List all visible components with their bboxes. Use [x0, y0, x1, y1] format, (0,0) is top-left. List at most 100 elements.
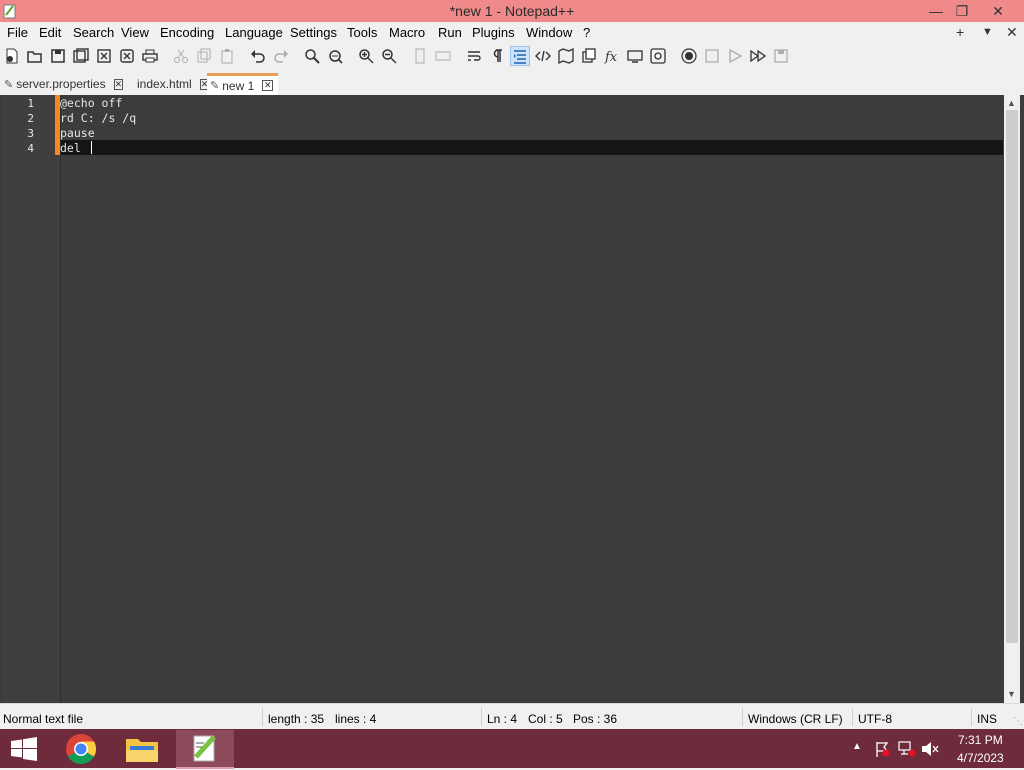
scroll-down-icon[interactable]: ▼: [1007, 689, 1016, 699]
stop-recording-icon[interactable]: [703, 47, 721, 65]
clock-time[interactable]: 7:31 PM: [958, 733, 1003, 747]
replace-icon[interactable]: [326, 47, 344, 65]
tab-close-icon[interactable]: ✕: [262, 80, 274, 91]
start-button[interactable]: [10, 737, 38, 761]
folder-as-workspace-icon[interactable]: [626, 47, 644, 65]
tab-server-properties[interactable]: ✎ server.properties ✕: [4, 74, 124, 94]
insert-mode[interactable]: INS: [977, 712, 997, 726]
cursor-line: Ln : 4: [487, 712, 518, 726]
save-all-icon[interactable]: [72, 47, 90, 65]
print-icon[interactable]: [141, 47, 159, 65]
show-all-characters-icon[interactable]: [488, 47, 506, 65]
network-icon[interactable]: [898, 741, 916, 757]
close-all-icon[interactable]: [118, 47, 136, 65]
menu-search[interactable]: Search: [73, 25, 114, 40]
menu-edit[interactable]: Edit: [39, 25, 61, 40]
new-tab-plus-icon[interactable]: +: [956, 24, 964, 40]
close-document-icon[interactable]: ✕: [1006, 24, 1018, 41]
line-number: 3: [27, 127, 34, 140]
menu-file[interactable]: File: [7, 25, 28, 40]
undo-icon[interactable]: [249, 47, 267, 65]
menu-plugins[interactable]: Plugins: [472, 25, 515, 40]
cursor-pos: Pos : 36: [573, 712, 618, 726]
edited-pencil-icon: ✎: [4, 78, 14, 91]
code-line[interactable]: @echo off: [60, 96, 122, 110]
taskbar-chrome[interactable]: [63, 731, 99, 767]
paste-icon[interactable]: [218, 47, 236, 65]
record-macro-icon[interactable]: [680, 47, 698, 65]
eol-format[interactable]: Windows (CR LF): [748, 712, 843, 726]
document-map-icon[interactable]: [557, 47, 575, 65]
close-window-button[interactable]: ✕: [982, 0, 1014, 22]
menu-language[interactable]: Language: [225, 25, 283, 40]
taskbar-notepadpp[interactable]: [176, 730, 234, 769]
sync-horizontal-scroll-icon[interactable]: [434, 47, 452, 65]
document-list-icon[interactable]: [580, 47, 598, 65]
tab-label: index.html: [137, 77, 192, 91]
status-divider: [971, 708, 972, 726]
action-center-flag-icon[interactable]: [874, 741, 890, 757]
menu-view[interactable]: View: [121, 25, 149, 40]
line-number: 4: [27, 142, 34, 155]
window-title: *new 1 - Notepad++: [449, 3, 575, 19]
tab-bar: ✎ server.properties ✕ index.html ✕ ✎ new…: [0, 69, 1024, 95]
taskbar-file-explorer[interactable]: [124, 733, 160, 765]
monitoring-icon[interactable]: [649, 47, 667, 65]
menu-help[interactable]: ?: [583, 25, 590, 40]
code-line[interactable]: pause: [60, 126, 95, 140]
playback-macro-icon[interactable]: [726, 47, 744, 65]
find-icon[interactable]: [303, 47, 321, 65]
redo-icon[interactable]: [272, 47, 290, 65]
edited-pencil-icon: ✎: [210, 80, 220, 92]
new-file-icon[interactable]: [3, 47, 21, 65]
sync-vertical-scroll-icon[interactable]: [411, 47, 429, 65]
tab-index-html[interactable]: index.html ✕: [137, 74, 210, 94]
menu-window[interactable]: Window: [526, 25, 572, 40]
doc-lines: lines : 4: [335, 712, 377, 726]
title-bar: *new 1 - Notepad++ — ❐ ✕: [0, 0, 1024, 22]
scroll-up-icon[interactable]: ▲: [1007, 98, 1016, 108]
text-caret: [91, 141, 92, 154]
zoom-in-icon[interactable]: [357, 47, 375, 65]
file-type: Normal text file: [3, 712, 84, 726]
menu-encoding[interactable]: Encoding: [160, 25, 214, 40]
code-line[interactable]: rd C: /s /q: [60, 111, 136, 125]
status-divider: [742, 708, 743, 726]
tab-list-dropdown-icon[interactable]: ▼: [982, 26, 993, 38]
show-hidden-icons-chevron-icon[interactable]: ▲: [852, 741, 862, 752]
clock-date[interactable]: 4/7/2023: [957, 751, 1004, 765]
line-number: 1: [27, 97, 34, 110]
save-icon[interactable]: [49, 47, 67, 65]
restore-button[interactable]: ❐: [946, 0, 978, 22]
toolbar: fx: [0, 43, 1024, 69]
cut-icon[interactable]: [172, 47, 190, 65]
word-wrap-icon[interactable]: [465, 47, 483, 65]
tab-close-icon[interactable]: ✕: [113, 78, 124, 90]
code-tag-icon[interactable]: [534, 47, 552, 65]
scrollbar-thumb[interactable]: [1006, 110, 1018, 643]
copy-icon[interactable]: [195, 47, 213, 65]
code-line[interactable]: del: [60, 141, 88, 155]
volume-muted-icon[interactable]: [921, 741, 939, 757]
menu-macro[interactable]: Macro: [389, 25, 425, 40]
editor-area[interactable]: [0, 95, 1024, 703]
menu-tools[interactable]: Tools: [347, 25, 377, 40]
save-macro-icon[interactable]: [772, 47, 790, 65]
resize-grip-icon[interactable]: ⋱: [1013, 716, 1023, 727]
menu-run[interactable]: Run: [438, 25, 462, 40]
status-bar: Normal text file length : 35 lines : 4 L…: [0, 703, 1024, 730]
open-file-icon[interactable]: [26, 47, 44, 65]
run-macro-multiple-icon[interactable]: [749, 47, 767, 65]
cursor-col: Col : 5: [528, 712, 563, 726]
zoom-out-icon[interactable]: [380, 47, 398, 65]
svg-text:fx: fx: [604, 50, 618, 64]
function-list-icon[interactable]: fx: [603, 47, 621, 65]
line-number: 2: [27, 112, 34, 125]
close-file-icon[interactable]: [95, 47, 113, 65]
tab-new-1[interactable]: ✎ new 1 ✕: [207, 73, 278, 95]
menu-settings[interactable]: Settings: [290, 25, 337, 40]
indent-guide-icon[interactable]: [510, 46, 530, 66]
tab-label: new 1: [222, 78, 255, 93]
encoding[interactable]: UTF-8: [858, 712, 892, 726]
windows-logo-icon: [11, 737, 37, 761]
